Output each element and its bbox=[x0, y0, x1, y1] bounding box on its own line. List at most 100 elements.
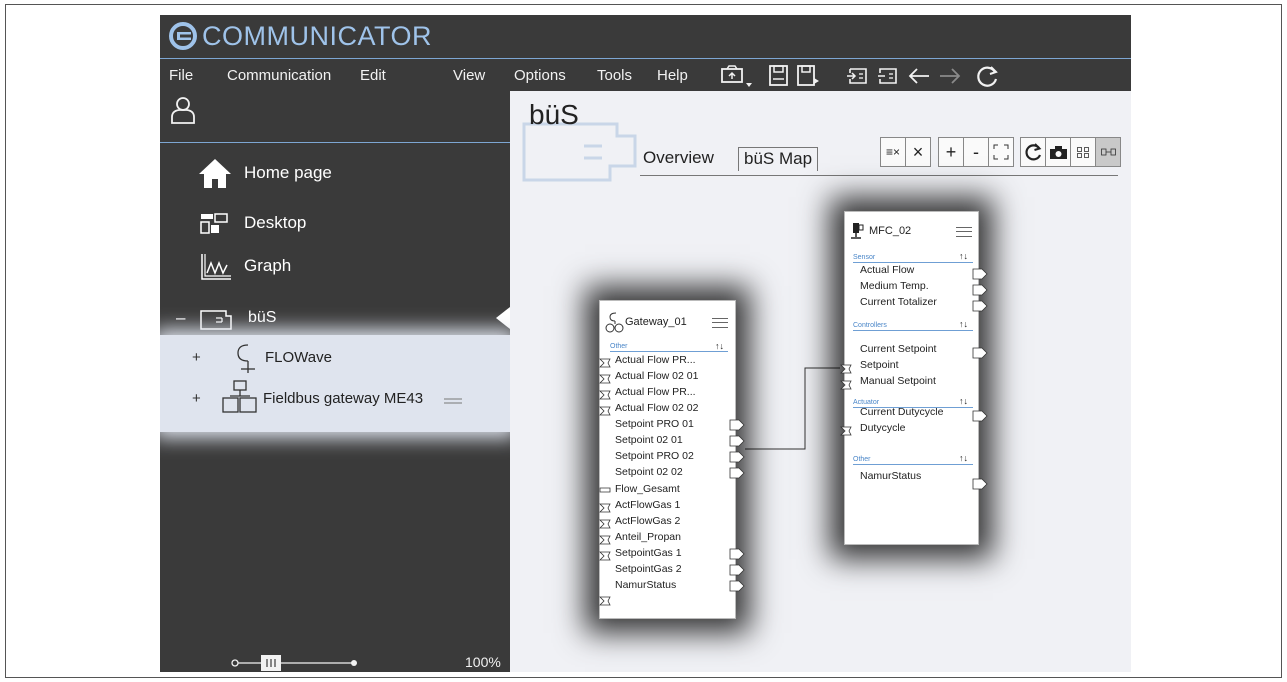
tab-overview[interactable]: Overview bbox=[643, 148, 714, 168]
tab-bus-map[interactable]: büS Map bbox=[738, 147, 819, 171]
expand-toggle[interactable]: + bbox=[192, 390, 201, 407]
input-port bbox=[599, 358, 611, 368]
snapshot-button[interactable] bbox=[1045, 137, 1071, 167]
output-port bbox=[729, 467, 745, 479]
sidebar-item-label: Home page bbox=[244, 163, 332, 182]
back-arrow-icon[interactable] bbox=[907, 64, 931, 88]
sidebar-item-bus[interactable]: – büS bbox=[160, 299, 510, 339]
save-icon[interactable] bbox=[767, 64, 791, 88]
zoom-slider[interactable] bbox=[230, 653, 360, 672]
output-port bbox=[972, 284, 988, 296]
input-port bbox=[599, 519, 611, 529]
input-port bbox=[599, 535, 611, 545]
fit-view-button[interactable] bbox=[988, 137, 1014, 167]
save-as-icon[interactable] bbox=[796, 64, 820, 88]
input-port bbox=[599, 487, 611, 493]
app-title: COMMUNICATOR bbox=[202, 21, 432, 51]
device-label: Fieldbus gateway ME43 bbox=[263, 390, 424, 407]
menu-bar: File Communication Edit View Options Too… bbox=[160, 58, 1131, 91]
sidebar-item-label: Desktop bbox=[244, 213, 307, 232]
input-port bbox=[599, 406, 611, 416]
sidebar-item-home-page[interactable]: Home page bbox=[160, 151, 510, 191]
title-bar: COMMUNICATOR bbox=[160, 15, 1131, 58]
sidebar-item-label: büS bbox=[248, 309, 277, 326]
output-port bbox=[972, 347, 988, 359]
input-port bbox=[840, 364, 852, 374]
selected-indicator bbox=[496, 307, 510, 329]
flowave-icon bbox=[237, 344, 255, 373]
gateway-ports[interactable] bbox=[594, 301, 746, 620]
menu-icon[interactable] bbox=[444, 397, 462, 407]
import-icon[interactable] bbox=[846, 64, 870, 88]
input-port bbox=[599, 374, 611, 384]
link-view-button[interactable] bbox=[1095, 137, 1121, 167]
camera-icon bbox=[1050, 146, 1067, 159]
gateway-node[interactable]: Gateway_01 Other ↑↓ Actual Flow PR... Ac… bbox=[599, 300, 745, 619]
communicator-window: COMMUNICATOR File Communication Edit Vie… bbox=[160, 15, 1131, 672]
zoom-level: 100% bbox=[465, 654, 501, 670]
connection-line bbox=[745, 367, 840, 450]
menu-edit[interactable]: Edit bbox=[360, 67, 386, 84]
device-item-fieldbus-gateway[interactable]: + Fieldbus gateway ME43 bbox=[160, 378, 510, 418]
main-panel: büS Overview büS Map ≡× × + - Gateway_01… bbox=[510, 91, 1131, 672]
output-port bbox=[972, 478, 988, 490]
output-port bbox=[729, 564, 745, 576]
reload-icon bbox=[1025, 143, 1042, 161]
connect-icon[interactable] bbox=[720, 64, 754, 88]
sidebar: Home page Desktop Graph – büS + FLOWave … bbox=[160, 91, 510, 672]
menu-tools[interactable]: Tools bbox=[597, 67, 632, 84]
grid-view-button[interactable] bbox=[1070, 137, 1096, 167]
refresh-icon[interactable] bbox=[976, 64, 1000, 88]
sidebar-item-graph[interactable]: Graph bbox=[160, 246, 510, 286]
sidebar-item-desktop[interactable]: Desktop bbox=[160, 201, 510, 241]
menu-communication[interactable]: Communication bbox=[227, 67, 331, 84]
input-port bbox=[840, 380, 852, 390]
output-port bbox=[729, 548, 745, 560]
input-port bbox=[840, 426, 852, 436]
output-port bbox=[972, 300, 988, 312]
page-title: büS bbox=[529, 99, 579, 130]
bus-watermark-icon bbox=[522, 122, 637, 182]
menu-view[interactable]: View bbox=[453, 67, 485, 84]
output-port bbox=[729, 580, 745, 592]
zoom-out-button[interactable]: - bbox=[963, 137, 989, 167]
output-port bbox=[729, 435, 745, 447]
menu-options[interactable]: Options bbox=[514, 67, 566, 84]
grid-icon bbox=[1077, 147, 1089, 158]
export-icon[interactable] bbox=[876, 64, 900, 88]
tab-underline bbox=[640, 175, 1118, 176]
input-port bbox=[599, 390, 611, 400]
clear-list-button[interactable]: ≡× bbox=[880, 137, 906, 167]
output-port bbox=[972, 410, 988, 422]
zoom-control: 100% bbox=[230, 653, 510, 672]
communicator-logo-icon bbox=[169, 22, 197, 50]
forward-arrow-icon[interactable] bbox=[938, 64, 962, 88]
device-list: + FLOWave + Fieldbus gateway ME43 bbox=[160, 335, 510, 432]
menu-file[interactable]: File bbox=[169, 67, 193, 84]
mfc-ports[interactable] bbox=[839, 212, 991, 546]
menu-help[interactable]: Help bbox=[657, 67, 688, 84]
graph-icon bbox=[201, 254, 231, 280]
input-port bbox=[599, 551, 611, 561]
reload-button[interactable] bbox=[1020, 137, 1046, 167]
collapse-toggle[interactable]: – bbox=[176, 308, 185, 328]
output-port bbox=[729, 419, 745, 431]
user-icon[interactable] bbox=[170, 95, 196, 125]
home-icon bbox=[199, 159, 231, 188]
sidebar-item-label: Graph bbox=[244, 256, 292, 275]
expand-toggle[interactable]: + bbox=[192, 349, 201, 366]
output-port bbox=[972, 268, 988, 280]
input-port bbox=[599, 503, 611, 513]
device-label: FLOWave bbox=[265, 349, 332, 366]
gateway-icon bbox=[222, 380, 257, 413]
device-item-flowave[interactable]: + FLOWave bbox=[160, 338, 510, 378]
close-button[interactable]: × bbox=[905, 137, 931, 167]
desktop-icon bbox=[200, 213, 228, 234]
mfc-node[interactable]: MFC_02 Sensor ↑↓ Actual Flow Medium Temp… bbox=[840, 211, 988, 545]
user-row bbox=[160, 91, 510, 143]
zoom-in-button[interactable]: + bbox=[938, 137, 964, 167]
input-port bbox=[599, 596, 611, 606]
fit-view-icon bbox=[993, 144, 1009, 160]
output-port bbox=[729, 451, 745, 463]
bus-folder-icon bbox=[200, 310, 232, 330]
